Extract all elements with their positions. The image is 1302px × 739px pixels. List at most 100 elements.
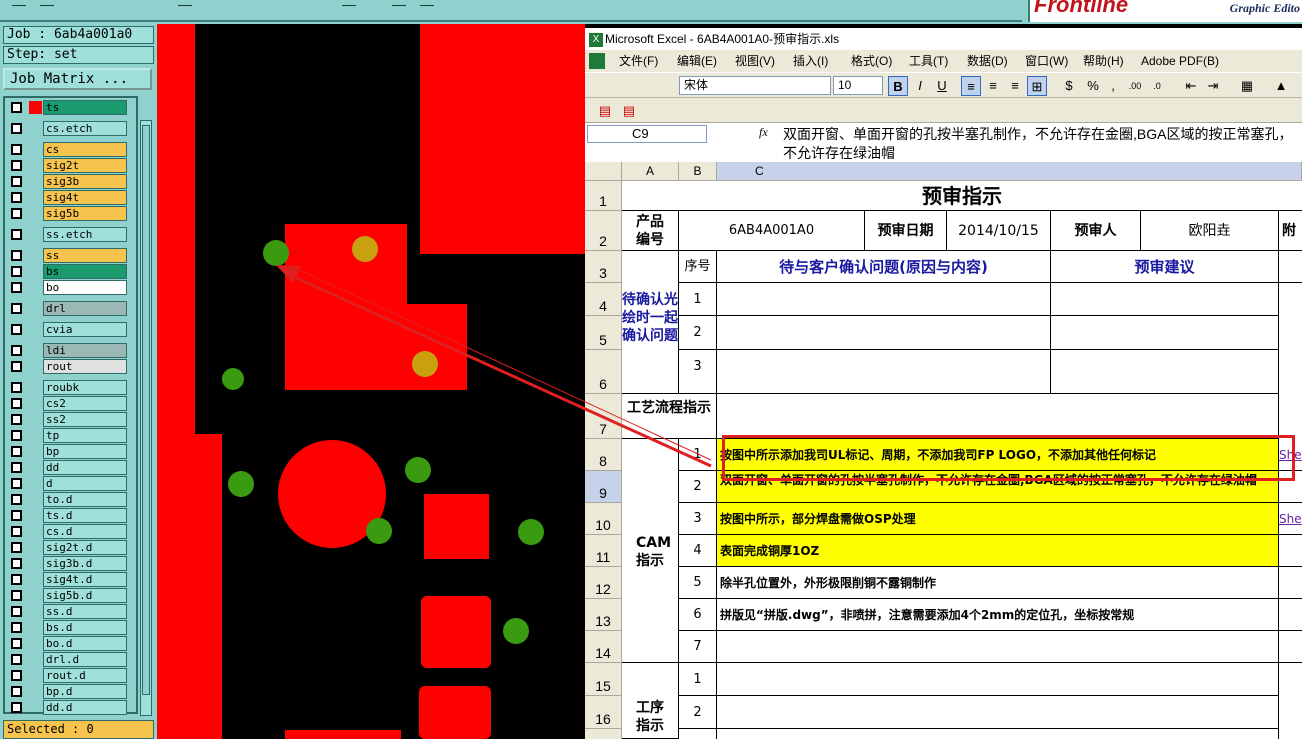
menu-edit[interactable]: 编辑(E) <box>677 50 717 72</box>
cam-label[interactable]: CAM指示 <box>622 439 679 663</box>
name-box[interactable]: C9 <box>587 125 707 143</box>
layer-row-roubk[interactable]: roubk <box>7 380 127 395</box>
layer-checkbox[interactable] <box>11 446 22 457</box>
flow-label[interactable]: 工艺流程指示 <box>622 394 717 439</box>
layer-name[interactable]: roubk <box>43 380 127 395</box>
layer-name[interactable]: sig5b <box>43 206 127 221</box>
layer-row-bs-d[interactable]: bs.d <box>7 620 127 635</box>
pdf-email-icon[interactable]: ▤ <box>619 101 639 121</box>
layer-checkbox[interactable] <box>11 526 22 537</box>
fx-icon[interactable]: fx <box>759 125 768 140</box>
layer-checkbox[interactable] <box>11 398 22 409</box>
corner-select-all[interactable] <box>585 162 622 181</box>
job-matrix-button[interactable]: Job Matrix ... <box>3 68 152 90</box>
layer-checkbox[interactable] <box>11 102 22 113</box>
formula-input[interactable]: 双面开窗、单面开窗的孔按半塞孔制作，不允许存在金圈,BGA区域的按正常塞孔，不允… <box>783 125 1302 163</box>
suggest-cell[interactable] <box>1051 350 1279 394</box>
row-header[interactable]: 3 <box>585 251 622 283</box>
cam-seq[interactable]: 2 <box>679 471 717 503</box>
align-right-icon[interactable]: ≡ <box>1005 76 1025 96</box>
product-no-value[interactable]: 6AB4A001A0 <box>679 211 865 251</box>
reviewer-label[interactable]: 预审人 <box>1051 211 1141 251</box>
cam-instruction[interactable]: 表面完成铜厚1OZ <box>717 535 1279 567</box>
layer-checkbox[interactable] <box>11 250 22 261</box>
layer-row-tp[interactable]: tp <box>7 428 127 443</box>
pending-seq[interactable]: 2 <box>679 316 717 350</box>
layer-checkbox[interactable] <box>11 590 22 601</box>
layer-row-ts[interactable]: ts <box>7 100 127 115</box>
layer-name[interactable]: ts.d <box>43 508 127 523</box>
menu-data[interactable]: 数据(D) <box>967 50 1008 72</box>
pending-cell[interactable] <box>717 316 1051 350</box>
layer-checkbox[interactable] <box>11 123 22 134</box>
layer-name[interactable]: cs.etch <box>43 121 127 136</box>
layer-row-cs2[interactable]: cs2 <box>7 396 127 411</box>
layer-row-sig2t-d[interactable]: sig2t.d <box>7 540 127 555</box>
align-left-icon[interactable]: ≡ <box>961 76 981 96</box>
layer-checkbox[interactable] <box>11 606 22 617</box>
cam-seq[interactable]: 4 <box>679 535 717 567</box>
outdent-icon[interactable]: ⇤ <box>1181 76 1201 96</box>
layer-name[interactable]: d <box>43 476 127 491</box>
seq-label[interactable]: 序号 <box>679 251 717 283</box>
layer-name[interactable]: cs.d <box>43 524 127 539</box>
indent-icon[interactable]: ⇥ <box>1203 76 1223 96</box>
flow-cell[interactable] <box>717 394 1279 439</box>
layer-name[interactable]: sig5b.d <box>43 588 127 603</box>
layer-row-cs-etch[interactable]: cs.etch <box>7 121 127 136</box>
layer-row-sig4t[interactable]: sig4t <box>7 190 127 205</box>
cam-seq[interactable]: 6 <box>679 599 717 631</box>
sheet-link[interactable] <box>1279 631 1302 663</box>
layer-checkbox[interactable] <box>11 638 22 649</box>
row-header[interactable]: 17 <box>585 729 622 739</box>
layer-checkbox[interactable] <box>11 622 22 633</box>
layer-name[interactable]: dd.d <box>43 700 127 715</box>
cam-instruction[interactable] <box>717 631 1279 663</box>
layer-name[interactable]: ss <box>43 248 127 263</box>
layer-row-sig2t[interactable]: sig2t <box>7 158 127 173</box>
layer-checkbox[interactable] <box>11 160 22 171</box>
layer-row-sig3b[interactable]: sig3b <box>7 174 127 189</box>
layer-name[interactable]: sig3b <box>43 174 127 189</box>
sheet-link[interactable]: She <box>1279 503 1302 535</box>
layer-checkbox[interactable] <box>11 382 22 393</box>
italic-button[interactable]: I <box>910 76 930 96</box>
layer-checkbox[interactable] <box>11 208 22 219</box>
menu-window[interactable]: 窗口(W) <box>1025 50 1068 72</box>
layer-row-dd-d[interactable]: dd.d <box>7 700 127 715</box>
layer-name[interactable]: bo.d <box>43 636 127 651</box>
layer-row-sig5b[interactable]: sig5b <box>7 206 127 221</box>
layer-name[interactable]: ss.d <box>43 604 127 619</box>
row-header[interactable]: 11 <box>585 535 622 567</box>
layer-checkbox[interactable] <box>11 414 22 425</box>
layer-name[interactable]: sig4t.d <box>43 572 127 587</box>
layer-row-ss[interactable]: ss <box>7 248 127 263</box>
scrollbar-thumb[interactable] <box>142 125 150 695</box>
pcb-canvas[interactable] <box>157 24 585 739</box>
layer-scrollbar[interactable] <box>140 120 152 716</box>
menu-adobe-pdf[interactable]: Adobe PDF(B) <box>1141 50 1219 72</box>
layer-row-d[interactable]: d <box>7 476 127 491</box>
extra-cell[interactable] <box>1279 251 1302 283</box>
layer-row-ss2[interactable]: ss2 <box>7 412 127 427</box>
comma-icon[interactable]: , <box>1103 76 1123 96</box>
layer-checkbox[interactable] <box>11 494 22 505</box>
menu-file[interactable]: 文件(F) <box>619 50 658 72</box>
col-header-a[interactable]: A <box>622 162 679 181</box>
process-seq[interactable]: 1 <box>679 663 717 696</box>
layer-checkbox[interactable] <box>11 144 22 155</box>
review-date-value[interactable]: 2014/10/15 <box>947 211 1051 251</box>
layer-checkbox[interactable] <box>11 303 22 314</box>
suggest-cell[interactable] <box>1051 316 1279 350</box>
process-seq[interactable]: 3 <box>679 729 717 739</box>
layer-name[interactable]: dd <box>43 460 127 475</box>
layer-checkbox[interactable] <box>11 702 22 713</box>
layer-checkbox[interactable] <box>11 510 22 521</box>
layer-row-drl[interactable]: drl <box>7 301 127 316</box>
bold-button[interactable]: B <box>888 76 908 96</box>
pending-seq[interactable]: 1 <box>679 283 717 316</box>
process-seq[interactable]: 2 <box>679 696 717 729</box>
layer-checkbox[interactable] <box>11 266 22 277</box>
layer-checkbox[interactable] <box>11 654 22 665</box>
borders-icon[interactable]: ▦ <box>1237 76 1257 96</box>
